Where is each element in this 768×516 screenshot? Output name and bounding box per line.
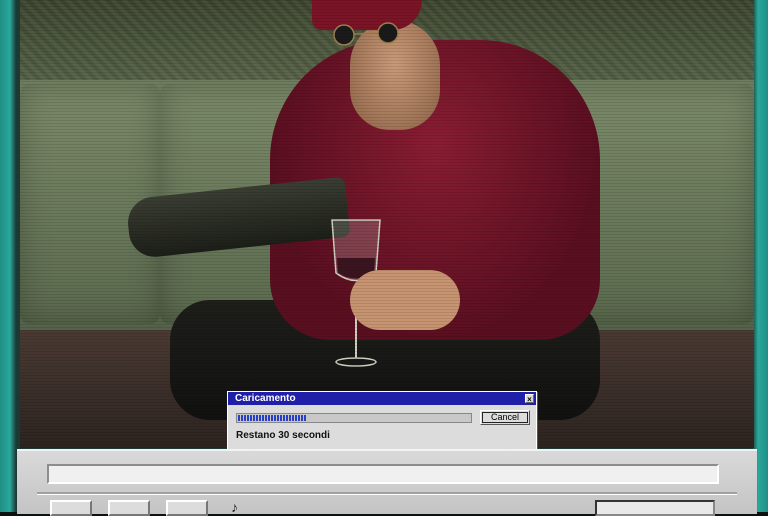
progress-segment — [301, 415, 303, 421]
progress-segment — [304, 415, 306, 421]
progress-fill — [237, 414, 471, 422]
progress-segment — [295, 415, 297, 421]
sunglasses — [333, 22, 399, 46]
seek-bar[interactable] — [47, 464, 719, 484]
stop-button[interactable] — [166, 500, 208, 516]
progress-segment — [289, 415, 291, 421]
dialog-title-bar: Caricamento × — [228, 392, 536, 405]
panel-divider — [37, 492, 737, 495]
hand — [350, 270, 460, 330]
rewind-button[interactable] — [50, 500, 92, 516]
volume-box[interactable] — [595, 500, 715, 516]
progress-segment — [253, 415, 255, 421]
progress-segment — [244, 415, 246, 421]
progress-segment — [262, 415, 264, 421]
progress-segment — [256, 415, 258, 421]
progress-segment — [250, 415, 252, 421]
player-control-panel: ♪ — [17, 449, 757, 516]
progress-segment — [259, 415, 261, 421]
loading-dialog: Caricamento × Cancel Restano 30 secondi — [227, 391, 537, 451]
remaining-time-text: Restano 30 secondi — [236, 430, 330, 441]
progress-segment — [238, 415, 240, 421]
progress-segment — [292, 415, 294, 421]
progress-segment — [283, 415, 285, 421]
dialog-title: Caricamento — [235, 393, 296, 404]
progress-segment — [298, 415, 300, 421]
progress-segment — [241, 415, 243, 421]
progress-segment — [265, 415, 267, 421]
progress-segment — [247, 415, 249, 421]
progress-segment — [268, 415, 270, 421]
progress-segment — [271, 415, 273, 421]
progress-bar — [236, 413, 472, 423]
progress-segment — [280, 415, 282, 421]
video-frame — [20, 0, 754, 448]
close-icon[interactable]: × — [525, 394, 534, 404]
music-note-icon: ♪ — [231, 499, 238, 515]
progress-segment — [286, 415, 288, 421]
progress-segment — [277, 415, 279, 421]
progress-segment — [274, 415, 276, 421]
pause-button[interactable] — [108, 500, 150, 516]
cancel-button[interactable]: Cancel — [480, 410, 530, 425]
